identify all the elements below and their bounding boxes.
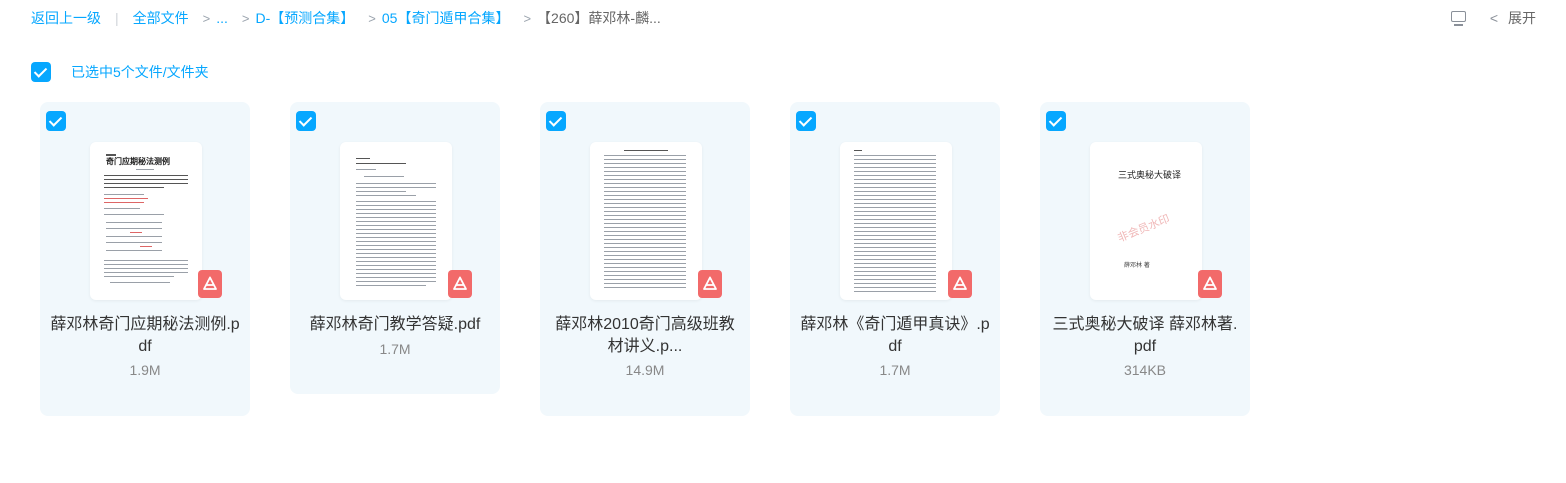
chevron-right-icon: >: [368, 10, 376, 26]
file-thumbnail: [590, 142, 702, 300]
file-size: 1.9M: [129, 362, 161, 378]
breadcrumb-all-files[interactable]: 全部文件: [133, 8, 189, 28]
file-checkbox[interactable]: [1046, 111, 1066, 131]
file-size: 1.7M: [879, 362, 911, 378]
file-name: 薛邓林奇门应期秘法测例.pdf: [50, 316, 240, 355]
file-thumbnail: [340, 142, 452, 300]
file-name: 三式奥秘大破译 薛邓林著.pdf: [1052, 316, 1238, 355]
pdf-icon: [198, 270, 222, 298]
chevron-right-icon: >: [523, 10, 532, 26]
pdf-icon: [448, 270, 472, 298]
breadcrumb-divider: |: [115, 10, 119, 26]
selection-count-label: 已选中5个文件/文件夹: [71, 64, 209, 80]
file-size: 14.9M: [625, 362, 665, 378]
file-thumbnail: [840, 142, 952, 300]
breadcrumb-current: 【260】薛邓林-麟...: [537, 10, 661, 26]
breadcrumb-level1[interactable]: D-【预测合集】: [256, 8, 355, 28]
selection-bar: 已选中5个文件/文件夹: [31, 62, 209, 82]
file-thumbnail: 奇门应期秘法测例: [90, 142, 202, 300]
pdf-icon: [948, 270, 972, 298]
thumbnail-title: 奇门应期秘法测例: [106, 156, 170, 166]
file-name: 薛邓林2010奇门高级班教材讲义.p...: [555, 316, 735, 355]
right-toolbar: < 展开: [1450, 8, 1536, 28]
monitor-icon[interactable]: [1450, 10, 1468, 26]
chevron-right-icon: >: [202, 10, 211, 26]
breadcrumb-level2[interactable]: 05【奇门遁甲合集】: [382, 8, 510, 28]
file-thumbnail: 三式奥秘大破译 非会员水印 薛邓林 著: [1090, 142, 1202, 300]
file-card[interactable]: 奇门应期秘法测例 薛邓林奇门应期秘法测例.pdf 1.9M: [40, 102, 250, 416]
file-name: 薛邓林《奇门遁甲真诀》.pdf: [800, 316, 990, 355]
pdf-icon: [698, 270, 722, 298]
file-card[interactable]: 薛邓林《奇门遁甲真诀》.pdf 1.7M: [790, 102, 1000, 416]
breadcrumb-ellipsis[interactable]: ...: [216, 10, 228, 26]
back-link[interactable]: 返回上一级: [31, 8, 101, 28]
file-card[interactable]: 薛邓林2010奇门高级班教材讲义.p... 14.9M: [540, 102, 750, 416]
file-checkbox[interactable]: [796, 111, 816, 131]
select-all-checkbox[interactable]: [31, 62, 51, 82]
file-checkbox[interactable]: [46, 111, 66, 131]
expand-button[interactable]: 展开: [1508, 8, 1536, 28]
file-checkbox[interactable]: [296, 111, 316, 131]
file-size: 1.7M: [379, 341, 411, 357]
breadcrumb: 返回上一级 | 全部文件 > ... > D-【预测合集】 > 05【奇门遁甲合…: [31, 8, 661, 28]
file-size: 314KB: [1123, 362, 1167, 378]
file-card[interactable]: 薛邓林奇门教学答疑.pdf 1.7M: [290, 102, 500, 394]
thumbnail-title: 三式奥秘大破译: [1118, 171, 1182, 181]
top-bar: 返回上一级 | 全部文件 > ... > D-【预测合集】 > 05【奇门遁甲合…: [0, 0, 1566, 36]
file-name: 薛邓林奇门教学答疑.pdf: [309, 316, 481, 333]
chevron-right-icon: >: [241, 10, 250, 26]
file-card[interactable]: 三式奥秘大破译 非会员水印 薛邓林 著 三式奥秘大破译 薛邓林著.pdf 314…: [1040, 102, 1250, 416]
file-checkbox[interactable]: [546, 111, 566, 131]
thumbnail-author: 薛邓林 著: [1124, 262, 1150, 269]
pdf-icon: [1198, 270, 1222, 298]
chevron-left-icon[interactable]: <: [1490, 10, 1498, 26]
thumbnail-watermark: 非会员水印: [1116, 213, 1172, 245]
